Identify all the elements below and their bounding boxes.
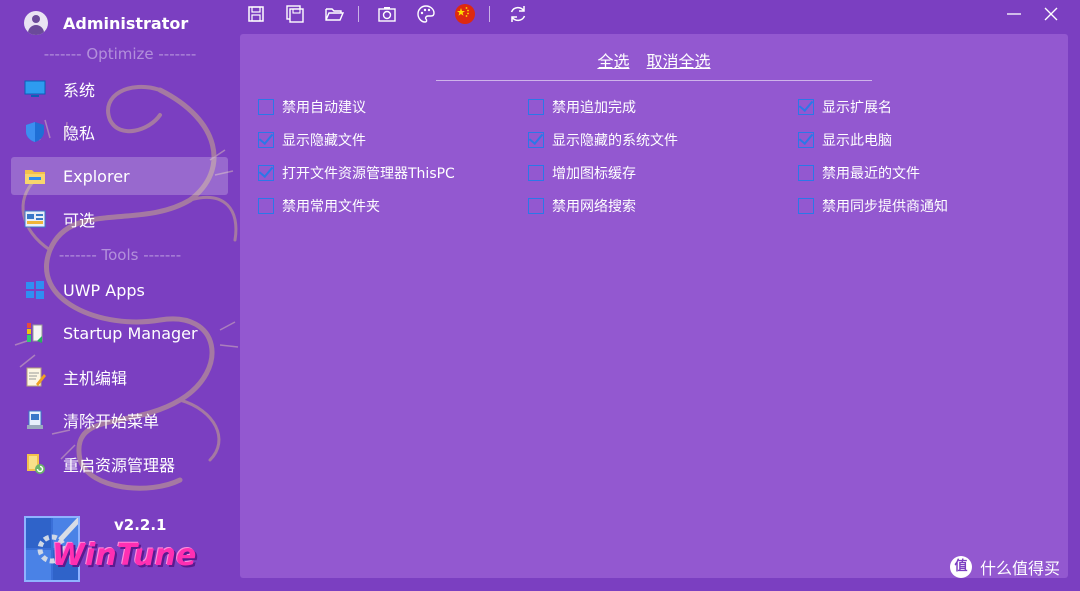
- option-checkbox[interactable]: 禁用同步提供商通知: [798, 194, 948, 218]
- save-all-icon[interactable]: [284, 3, 306, 25]
- watermark: 值 什么值得买: [950, 555, 1060, 579]
- sidebar-item-label: 清除开始菜单: [63, 412, 160, 431]
- user-avatar-icon: [24, 11, 48, 35]
- option-checkbox[interactable]: 禁用网络搜索: [528, 194, 636, 218]
- settings-panel-icon: [24, 208, 46, 230]
- option-label: 禁用最近的文件: [822, 166, 920, 182]
- checkbox-box[interactable]: [258, 99, 274, 115]
- sidebar-item-clear-start-menu[interactable]: 清除开始菜单: [11, 401, 228, 439]
- sidebar-item-optional[interactable]: 可选: [11, 200, 228, 238]
- option-label: 禁用自动建议: [282, 100, 366, 116]
- checkbox-box[interactable]: [258, 165, 274, 181]
- checkbox-box[interactable]: [258, 132, 274, 148]
- cleanup-icon: [24, 409, 46, 431]
- option-checkbox[interactable]: 禁用常用文件夹: [258, 194, 380, 218]
- sidebar-item-hosts-editor[interactable]: 主机编辑: [11, 358, 228, 396]
- close-icon[interactable]: [1041, 4, 1061, 24]
- select-all-link[interactable]: 全选: [597, 52, 629, 71]
- option-label: 禁用网络搜索: [552, 199, 636, 215]
- save-icon[interactable]: [245, 3, 267, 25]
- sidebar-item-label: 重启资源管理器: [63, 456, 176, 475]
- version-label: v2.2.1: [114, 516, 167, 534]
- camera-icon[interactable]: [376, 3, 398, 25]
- explorer-options-panel: 全选 取消全选 禁用自动建议 显示隐藏文件 打开文件资源管理器ThisPC 禁用…: [240, 34, 1068, 578]
- sidebar-item-label: UWP Apps: [63, 280, 145, 300]
- option-checkbox[interactable]: 禁用追加完成: [528, 95, 636, 119]
- sidebar-item-label: Explorer: [63, 166, 130, 186]
- option-checkbox[interactable]: 显示此电脑: [798, 128, 892, 152]
- sidebar-item-label: 隐私: [63, 124, 96, 143]
- checkbox-box[interactable]: [798, 132, 814, 148]
- option-label: 显示隐藏的系统文件: [552, 133, 678, 149]
- sidebar-item-label: 可选: [63, 211, 96, 230]
- option-label: 增加图标缓存: [552, 166, 636, 182]
- watermark-text: 什么值得买: [980, 559, 1061, 578]
- folder-icon: [24, 165, 46, 187]
- sidebar-item-system[interactable]: 系统: [11, 70, 228, 108]
- sidebar-item-explorer[interactable]: Explorer: [11, 157, 228, 195]
- option-label: 打开文件资源管理器ThisPC: [282, 166, 455, 182]
- option-label: 禁用同步提供商通知: [822, 199, 948, 215]
- palette-icon[interactable]: [415, 3, 437, 25]
- minimize-icon[interactable]: [1004, 4, 1024, 24]
- option-label: 显示隐藏文件: [282, 133, 366, 149]
- open-folder-icon[interactable]: [323, 3, 345, 25]
- option-checkbox[interactable]: 显示扩展名: [798, 95, 892, 119]
- shield-icon: [24, 121, 46, 143]
- user-profile[interactable]: Administrator: [24, 10, 188, 36]
- option-checkbox[interactable]: 显示隐藏文件: [258, 128, 366, 152]
- toolbar-separator: [489, 6, 490, 22]
- logo-text: WinTune: [52, 538, 197, 573]
- option-checkbox[interactable]: 显示隐藏的系统文件: [528, 128, 678, 152]
- china-flag-icon[interactable]: [454, 3, 476, 25]
- section-title-tools: ------- Tools -------: [58, 246, 182, 264]
- refresh-icon[interactable]: [507, 3, 529, 25]
- deselect-all-link[interactable]: 取消全选: [647, 52, 711, 71]
- option-label: 禁用追加完成: [552, 100, 636, 116]
- sidebar-item-privacy[interactable]: 隐私: [11, 113, 228, 151]
- option-label: 禁用常用文件夹: [282, 199, 380, 215]
- option-checkbox[interactable]: 禁用最近的文件: [798, 161, 920, 185]
- sidebar-item-startup-manager[interactable]: Startup Manager: [11, 314, 228, 352]
- checkbox-box[interactable]: [528, 198, 544, 214]
- option-checkbox[interactable]: 禁用自动建议: [258, 95, 366, 119]
- sidebar-item-uwp-apps[interactable]: UWP Apps: [11, 271, 228, 309]
- checkbox-box[interactable]: [258, 198, 274, 214]
- sidebar-item-label: 系统: [63, 81, 96, 100]
- toolbar: [245, 3, 546, 25]
- windows-icon: [24, 279, 46, 301]
- option-label: 显示此电脑: [822, 133, 892, 149]
- sidebar-item-label: 主机编辑: [63, 369, 128, 388]
- sidebar-item-label: Startup Manager: [63, 323, 198, 343]
- monitor-icon: [24, 78, 46, 100]
- sidebar-item-restart-explorer[interactable]: 重启资源管理器: [11, 445, 228, 483]
- selection-links: 全选 取消全选: [240, 48, 1068, 72]
- watermark-logo-icon: 值: [950, 556, 972, 578]
- checkbox-box[interactable]: [528, 132, 544, 148]
- startup-icon: [24, 322, 46, 344]
- checkbox-box[interactable]: [798, 198, 814, 214]
- checkbox-box[interactable]: [798, 165, 814, 181]
- checkbox-box[interactable]: [798, 99, 814, 115]
- user-name: Administrator: [63, 13, 189, 33]
- sidebar: Administrator ------- Optimize ------- 系…: [0, 0, 240, 591]
- checkbox-box[interactable]: [528, 165, 544, 181]
- option-label: 显示扩展名: [822, 100, 892, 116]
- option-checkbox[interactable]: 打开文件资源管理器ThisPC: [258, 161, 455, 185]
- checkbox-box[interactable]: [528, 99, 544, 115]
- divider: [436, 80, 872, 81]
- refresh-folder-icon: [24, 453, 46, 475]
- edit-document-icon: [24, 366, 46, 388]
- toolbar-separator: [358, 6, 359, 22]
- section-title-optimize: ------- Optimize -------: [43, 45, 197, 63]
- option-checkbox[interactable]: 增加图标缓存: [528, 161, 636, 185]
